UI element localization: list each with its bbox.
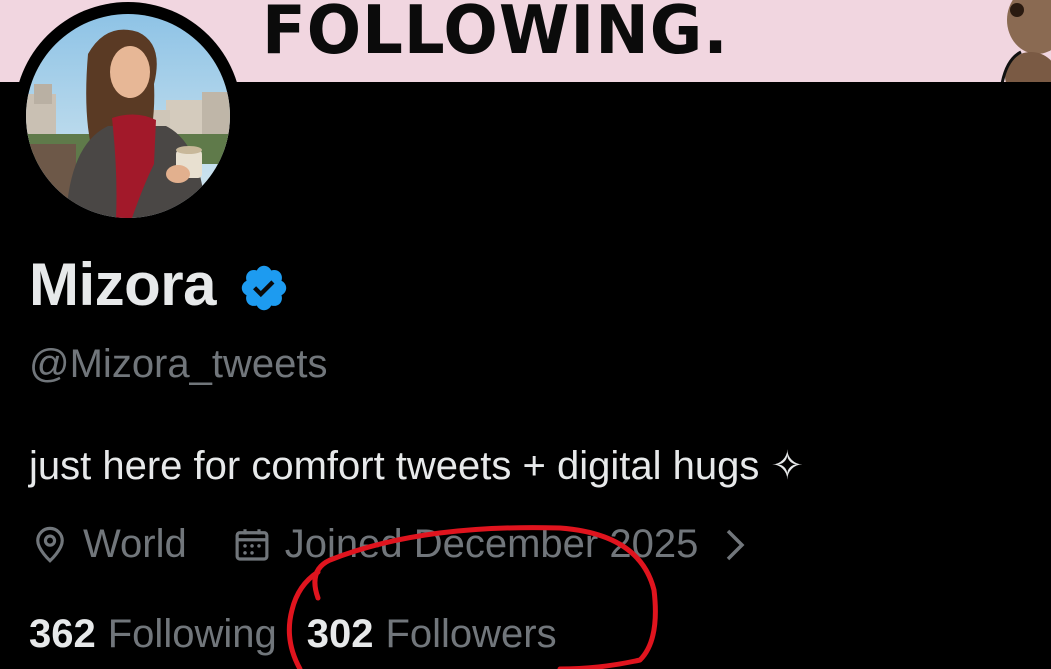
avatar[interactable] bbox=[26, 14, 230, 218]
joined-text: Joined December 2025 bbox=[284, 522, 699, 566]
profile-meta: World Joined December 2025 bbox=[29, 522, 768, 567]
chevron-right-icon[interactable] bbox=[714, 524, 756, 566]
location-item: World bbox=[29, 522, 187, 567]
following-link[interactable]: 362 Following bbox=[29, 612, 277, 657]
following-count: 362 bbox=[29, 612, 96, 656]
profile-bio: just here for comfort tweets + digital h… bbox=[29, 444, 804, 488]
location-pin-icon bbox=[36, 526, 64, 563]
location-text: World bbox=[83, 522, 187, 566]
banner-text: FOLLOWING. bbox=[262, 0, 729, 70]
followers-count: 302 bbox=[306, 612, 374, 656]
name-row: Mizora bbox=[29, 250, 290, 319]
verified-badge-icon[interactable] bbox=[238, 262, 290, 314]
following-label: Following bbox=[107, 612, 277, 656]
profile-handle: @Mizora_tweets bbox=[29, 342, 328, 386]
display-name: Mizora bbox=[29, 251, 217, 318]
followers-label: Followers bbox=[385, 612, 557, 656]
banner-illustration bbox=[1000, 0, 1051, 82]
profile-stats: 362 Following 302 Followers bbox=[29, 612, 557, 657]
calendar-icon bbox=[235, 528, 269, 561]
avatar-photo bbox=[26, 14, 230, 218]
followers-link[interactable]: 302 Followers bbox=[307, 612, 557, 657]
joined-item[interactable]: Joined December 2025 bbox=[231, 522, 769, 567]
